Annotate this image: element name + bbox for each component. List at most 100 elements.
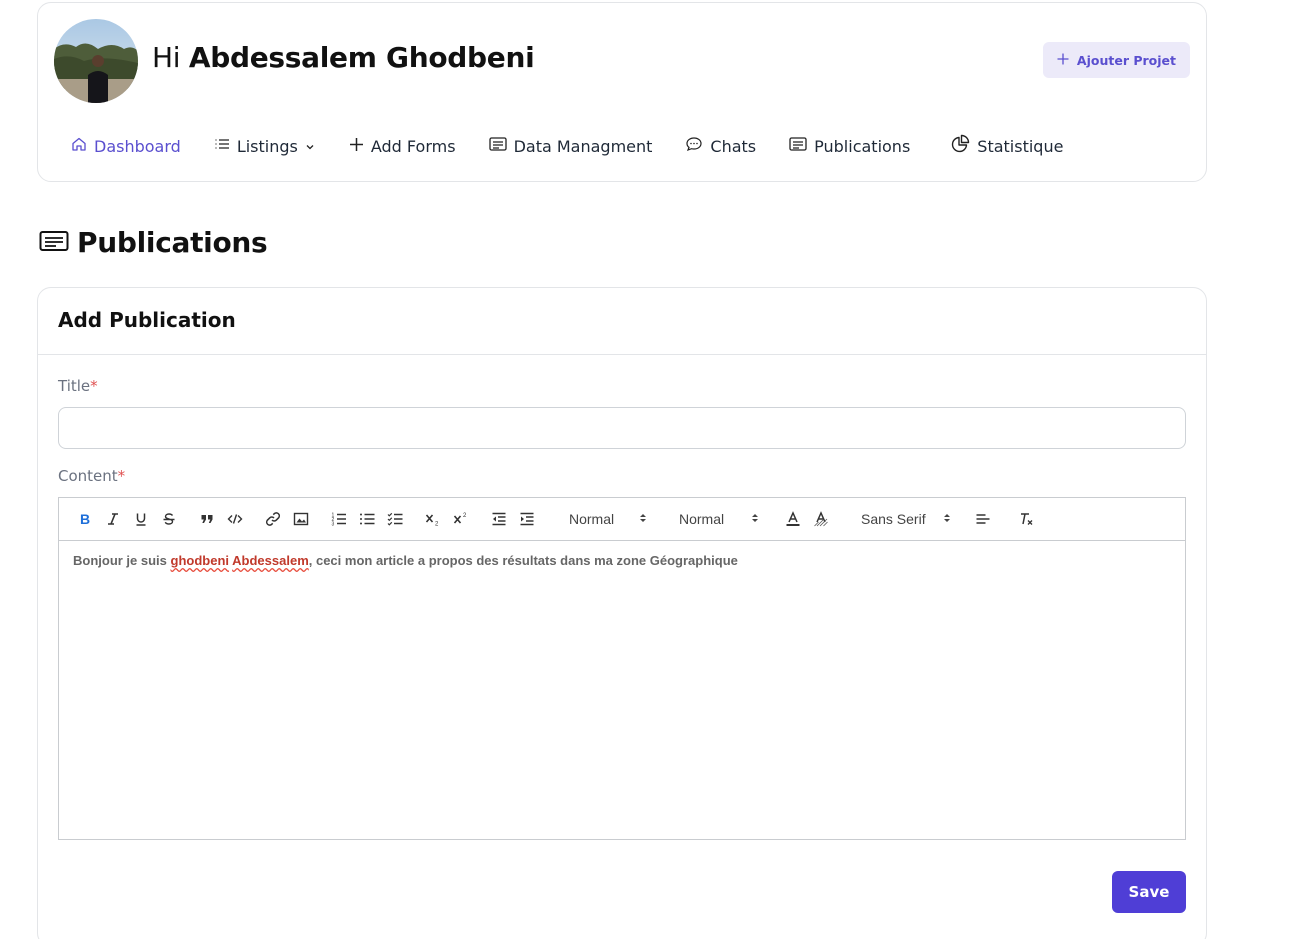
strikethrough-icon: [163, 513, 175, 525]
ordered-list-button[interactable]: 123: [325, 507, 353, 531]
page-title: Publications: [77, 226, 268, 259]
main-nav: Dashboard Listings Add Forms Data Managm…: [71, 131, 1063, 161]
outdent-button[interactable]: [485, 507, 513, 531]
subscript-icon: 2: [425, 514, 439, 527]
ordered-list-icon: 123: [332, 513, 346, 527]
title-label: Title*: [58, 377, 98, 395]
italic-icon: [108, 513, 118, 525]
card-header: Add Publication: [38, 288, 1206, 355]
superscript-button[interactable]: 2: [447, 507, 475, 531]
blockquote-button[interactable]: [193, 507, 221, 531]
italic-button[interactable]: [99, 507, 127, 531]
nav-label: Statistique: [977, 136, 1064, 156]
bold-icon: B: [80, 512, 90, 526]
code-icon: [227, 514, 243, 524]
superscript-icon: 2: [453, 513, 467, 524]
content-label: Content*: [58, 467, 125, 485]
document-icon: [789, 136, 807, 156]
link-button[interactable]: [259, 507, 287, 531]
save-button[interactable]: Save: [1112, 871, 1186, 913]
image-button[interactable]: [287, 507, 315, 531]
header-select-value: Normal: [569, 511, 615, 527]
avatar[interactable]: [54, 19, 138, 103]
nav-label: Add Forms: [370, 136, 456, 156]
misspelled-word: ghodbeni: [170, 553, 230, 568]
underline-button[interactable]: [127, 507, 155, 531]
indent-icon: [520, 512, 534, 526]
nav-label: Listings: [236, 136, 298, 156]
required-mark: *: [117, 467, 126, 485]
code-block-button[interactable]: [221, 507, 249, 531]
link-icon: [265, 512, 281, 526]
required-mark: *: [90, 377, 98, 395]
bullet-list-icon: [360, 513, 375, 525]
page-title-row: Publications: [39, 226, 268, 259]
underline-icon: [136, 513, 146, 526]
nav-item-dashboard[interactable]: Dashboard: [71, 136, 181, 156]
nav-item-statistique[interactable]: Statistique: [950, 134, 1063, 158]
nav-label: Chats: [710, 136, 757, 156]
add-project-button[interactable]: Ajouter Projet: [1042, 42, 1190, 78]
content-label-text: Content: [58, 467, 118, 485]
background-color-icon: [814, 511, 828, 527]
nav-label: Data Managment: [513, 136, 653, 156]
plus-icon: [1057, 52, 1069, 68]
select-arrows-icon: [943, 511, 951, 527]
svg-text:3: 3: [332, 522, 335, 527]
clear-formatting-icon: [1021, 513, 1033, 525]
subscript-button[interactable]: 2: [419, 507, 447, 531]
nav-item-chats[interactable]: Chats: [685, 136, 756, 156]
nav-item-data-managment[interactable]: Data Managment: [488, 136, 653, 156]
align-left-icon: [976, 514, 990, 524]
font-select[interactable]: Sans Serif: [835, 511, 959, 527]
outdent-icon: [492, 512, 506, 526]
list-icon: [214, 136, 230, 156]
rich-text-editor: B 1 2 3 2 2 Normal Normal Sans Serif Bon…: [58, 497, 1186, 840]
chevron-down-icon: [305, 137, 315, 156]
document-icon: [488, 136, 507, 156]
document-icon: [39, 229, 69, 257]
align-button[interactable]: [969, 507, 997, 531]
pie-chart-icon: [950, 134, 970, 158]
nav-label: Dashboard: [94, 136, 181, 156]
header-select[interactable]: Normal: [551, 511, 655, 527]
font-select-value: Sans Serif: [861, 511, 926, 527]
title-input[interactable]: [58, 407, 1186, 449]
svg-text:B: B: [80, 512, 90, 526]
bullet-list-button[interactable]: [353, 507, 381, 531]
nav-item-publications[interactable]: Publications: [789, 136, 910, 156]
add-publication-card: Add Publication Title* Content* B 1 2 3 …: [37, 287, 1207, 939]
user-name: Abdessalem Ghodbeni: [188, 41, 535, 74]
svg-text:2: 2: [463, 513, 467, 519]
card-title: Add Publication: [58, 308, 236, 332]
nav-label: Publications: [814, 136, 911, 156]
image-icon: [293, 512, 309, 526]
header-card: Hi Abdessalem Ghodbeni Ajouter Projet Da…: [37, 2, 1207, 182]
greeting-heading: Hi Abdessalem Ghodbeni: [152, 41, 535, 74]
size-select[interactable]: Normal: [655, 511, 767, 527]
quote-icon: [201, 515, 213, 523]
background-color-button[interactable]: [807, 507, 835, 531]
nav-item-listings[interactable]: Listings: [214, 136, 315, 156]
select-arrows-icon: [751, 511, 759, 527]
content-text: Bonjour je suis: [73, 553, 171, 568]
clear-formatting-button[interactable]: [1013, 507, 1041, 531]
check-list-icon: [387, 512, 403, 526]
text-color-button[interactable]: [779, 507, 807, 531]
chat-bubble-icon: [685, 136, 703, 156]
greeting-prefix: Hi: [152, 41, 181, 74]
content-text: , ceci mon article a propos des résultat…: [308, 553, 738, 568]
bold-button[interactable]: B: [71, 507, 99, 531]
home-icon: [71, 136, 87, 156]
check-list-button[interactable]: [381, 507, 409, 531]
editor-content[interactable]: Bonjour je suis ghodbeni Abdessalem, cec…: [59, 541, 1185, 580]
strikethrough-button[interactable]: [155, 507, 183, 531]
indent-button[interactable]: [513, 507, 541, 531]
editor-toolbar: B 1 2 3 2 2 Normal Normal Sans Serif: [59, 498, 1185, 541]
svg-text:2: 2: [435, 522, 439, 527]
select-arrows-icon: [639, 511, 647, 527]
title-label-text: Title: [58, 377, 91, 395]
misspelled-word: Abdessalem: [232, 553, 309, 568]
nav-item-add-forms[interactable]: Add Forms: [349, 137, 456, 156]
add-project-label: Ajouter Projet: [1076, 52, 1176, 68]
